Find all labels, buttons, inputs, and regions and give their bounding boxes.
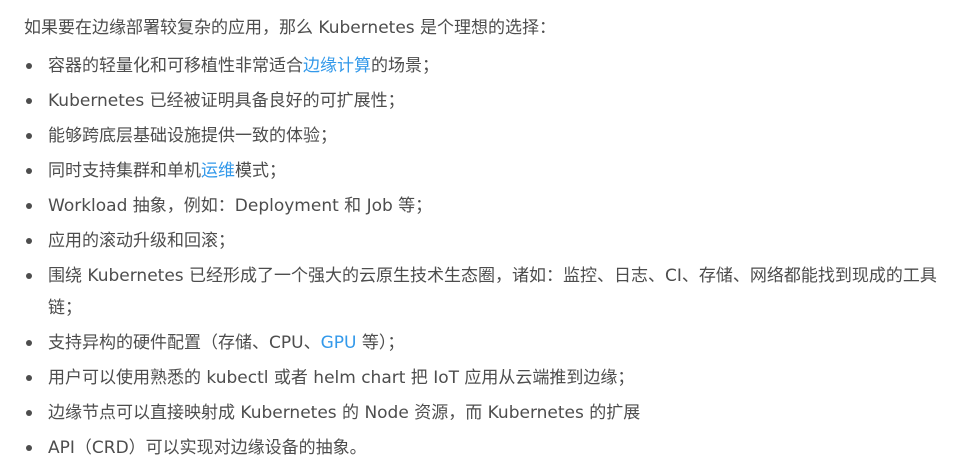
list-item-text: 边缘节点可以直接映射成 Kubernetes 的 Node 资源，而 Kuber…	[48, 403, 641, 423]
list-item: 围绕 Kubernetes 已经形成了一个强大的云原生技术生态圈，诸如：监控、日…	[24, 260, 945, 324]
bullet-dot-icon	[26, 63, 32, 69]
list-item-text: 同时支持集群和单机运维模式；	[48, 161, 286, 181]
list-item-text: 能够跨底层基础设施提供一致的体验；	[48, 126, 337, 146]
article-content: 如果要在边缘部署较复杂的应用，那么 Kubernetes 是个理想的选择： 容器…	[0, 0, 969, 464]
list-item-text: 支持异构的硬件配置（存储、CPU、GPU 等）；	[48, 333, 405, 353]
list-item: API（CRD）可以实现对边缘设备的抽象。	[24, 432, 945, 464]
list-item: 容器的轻量化和可移植性非常适合边缘计算的场景；	[24, 50, 945, 82]
bullet-dot-icon	[26, 410, 32, 416]
bullet-dot-icon	[26, 340, 32, 346]
list-item-text: 应用的滚动升级和回滚；	[48, 231, 235, 251]
gpu-link[interactable]: GPU	[321, 333, 357, 353]
list-item-text: Kubernetes 已经被证明具备良好的可扩展性；	[48, 91, 405, 111]
bullet-dot-icon	[26, 168, 32, 174]
list-item: 边缘节点可以直接映射成 Kubernetes 的 Node 资源，而 Kuber…	[24, 397, 945, 429]
list-item: 能够跨底层基础设施提供一致的体验；	[24, 120, 945, 152]
bullet-dot-icon	[26, 238, 32, 244]
ops-link[interactable]: 运维	[201, 161, 235, 181]
bullet-dot-icon	[26, 133, 32, 139]
bullet-dot-icon	[26, 445, 32, 451]
intro-paragraph: 如果要在边缘部署较复杂的应用，那么 Kubernetes 是个理想的选择：	[24, 18, 557, 38]
list-item: 支持异构的硬件配置（存储、CPU、GPU 等）；	[24, 327, 945, 359]
list-item: Workload 抽象，例如：Deployment 和 Job 等；	[24, 190, 945, 222]
bullet-dot-icon	[26, 375, 32, 381]
list-item: 应用的滚动升级和回滚；	[24, 225, 945, 257]
list-item: Kubernetes 已经被证明具备良好的可扩展性；	[24, 85, 945, 117]
list-item-text: 围绕 Kubernetes 已经形成了一个强大的云原生技术生态圈，诸如：监控、日…	[48, 266, 937, 318]
bullet-list: 容器的轻量化和可移植性非常适合边缘计算的场景； Kubernetes 已经被证明…	[24, 50, 945, 464]
list-item-text: Workload 抽象，例如：Deployment 和 Job 等；	[48, 196, 433, 216]
list-item-text: 用户可以使用熟悉的 kubectl 或者 helm chart 把 IoT 应用…	[48, 368, 635, 388]
edge-computing-link[interactable]: 边缘计算	[303, 56, 371, 76]
list-item-text: 容器的轻量化和可移植性非常适合边缘计算的场景；	[48, 56, 439, 76]
list-item: 同时支持集群和单机运维模式；	[24, 155, 945, 187]
bullet-dot-icon	[26, 98, 32, 104]
list-item-text: API（CRD）可以实现对边缘设备的抽象。	[48, 438, 367, 458]
list-item: 用户可以使用熟悉的 kubectl 或者 helm chart 把 IoT 应用…	[24, 362, 945, 394]
bullet-dot-icon	[26, 273, 32, 279]
bullet-dot-icon	[26, 203, 32, 209]
